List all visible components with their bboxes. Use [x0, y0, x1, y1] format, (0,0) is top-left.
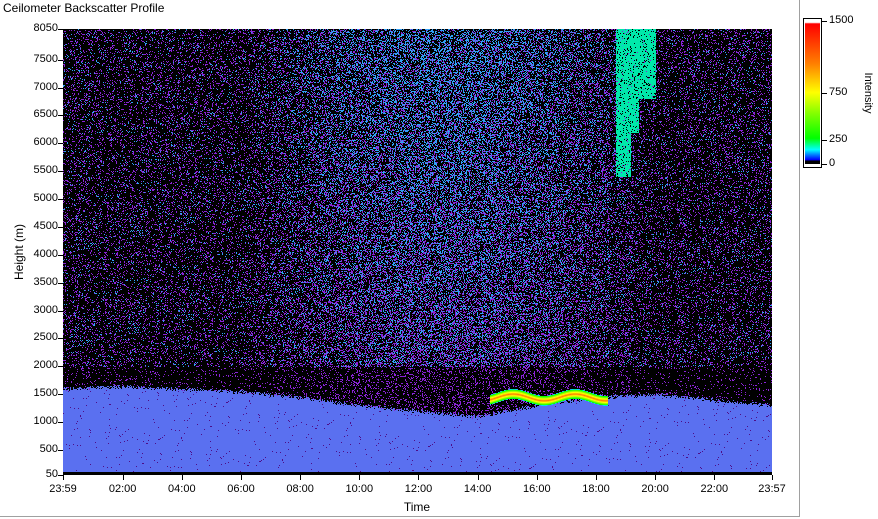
- y-tick-mark: [58, 171, 63, 173]
- x-tick-label: 12:00: [404, 483, 433, 495]
- y-tick-mark: [58, 310, 63, 312]
- colorbar-tick-label: 0: [829, 157, 836, 169]
- x-axis-label: Time: [403, 500, 431, 514]
- y-tick-label: 6500: [33, 108, 58, 121]
- backscatter-heatmap: [63, 29, 772, 475]
- y-tick-label: 3000: [33, 303, 58, 316]
- x-tick-mark: [122, 475, 124, 480]
- x-tick-mark: [714, 475, 716, 480]
- y-axis-label: Height (m): [12, 223, 26, 281]
- x-tick-mark: [359, 475, 361, 480]
- y-tick-label: 8050: [33, 22, 58, 34]
- y-tick-label: 5500: [33, 164, 58, 177]
- y-tick-mark: [58, 143, 63, 145]
- x-tick-label: 16:00: [523, 483, 551, 495]
- x-tick-label: 23:59: [49, 483, 77, 495]
- colorbar-tick-label: 250: [829, 133, 848, 146]
- colorbar-tick-mark: [822, 164, 827, 165]
- x-tick-label: 02:00: [108, 483, 137, 495]
- x-tick-label: 20:00: [641, 483, 669, 495]
- y-tick-mark: [58, 338, 63, 340]
- y-tick-mark: [58, 226, 63, 228]
- colorbar-tick-mark: [822, 21, 827, 22]
- x-tick-mark: [240, 475, 242, 480]
- x-tick-label: 10:00: [345, 483, 374, 495]
- x-tick-mark: [418, 475, 420, 480]
- plot-area[interactable]: [63, 29, 772, 475]
- x-tick-mark: [536, 475, 538, 480]
- y-tick-mark: [58, 115, 63, 117]
- colorbar[interactable]: [805, 21, 820, 164]
- y-tick-mark: [58, 59, 63, 61]
- colorbar-tick-mark: [822, 140, 827, 142]
- y-tick-label: 1000: [33, 415, 58, 428]
- y-tick-label: 4000: [33, 247, 58, 260]
- y-tick-mark: [58, 449, 63, 451]
- x-tick-mark: [300, 475, 302, 480]
- colorbar-tick-label: 750: [829, 85, 848, 98]
- y-tick-mark: [58, 394, 63, 396]
- colorbar-tick-label: 1500: [829, 14, 854, 26]
- colorbar-label: Intensity: [862, 72, 874, 114]
- x-tick-label: 14:00: [463, 483, 492, 495]
- y-tick-mark: [58, 199, 63, 201]
- x-tick-label: 04:00: [168, 483, 196, 495]
- x-tick-mark: [477, 475, 479, 480]
- y-tick-mark: [58, 282, 63, 284]
- y-tick-label: 1500: [33, 387, 58, 400]
- y-tick-label: 50: [45, 468, 58, 480]
- chart-title: Ceilometer Backscatter Profile: [3, 1, 165, 15]
- y-tick-mark: [58, 254, 63, 256]
- x-tick-mark: [772, 475, 773, 480]
- y-tick-mark: [58, 29, 63, 30]
- y-tick-label: 7000: [33, 80, 58, 93]
- y-tick-label: 500: [39, 442, 58, 455]
- x-tick-label: 06:00: [227, 483, 255, 495]
- x-tick-mark: [595, 475, 597, 480]
- x-tick-label: 18:00: [582, 483, 610, 495]
- x-tick-label: 23:57: [758, 483, 786, 495]
- x-tick-mark: [655, 475, 657, 480]
- y-tick-mark: [58, 366, 63, 368]
- y-tick-label: 6000: [33, 136, 58, 149]
- x-tick-label: 08:00: [286, 483, 314, 495]
- y-tick-label: 7500: [33, 52, 58, 65]
- y-tick-mark: [58, 87, 63, 89]
- y-tick-label: 2000: [33, 359, 58, 372]
- y-tick-label: 2500: [33, 331, 58, 344]
- x-tick-mark: [63, 475, 64, 480]
- colorbar-tick-mark: [822, 92, 827, 94]
- y-tick-label: 3500: [33, 275, 58, 288]
- y-tick-label: 5000: [33, 192, 58, 205]
- y-tick-label: 4500: [33, 219, 58, 232]
- y-tick-mark: [58, 422, 63, 424]
- x-tick-mark: [181, 475, 183, 480]
- x-tick-label: 22:00: [700, 483, 729, 495]
